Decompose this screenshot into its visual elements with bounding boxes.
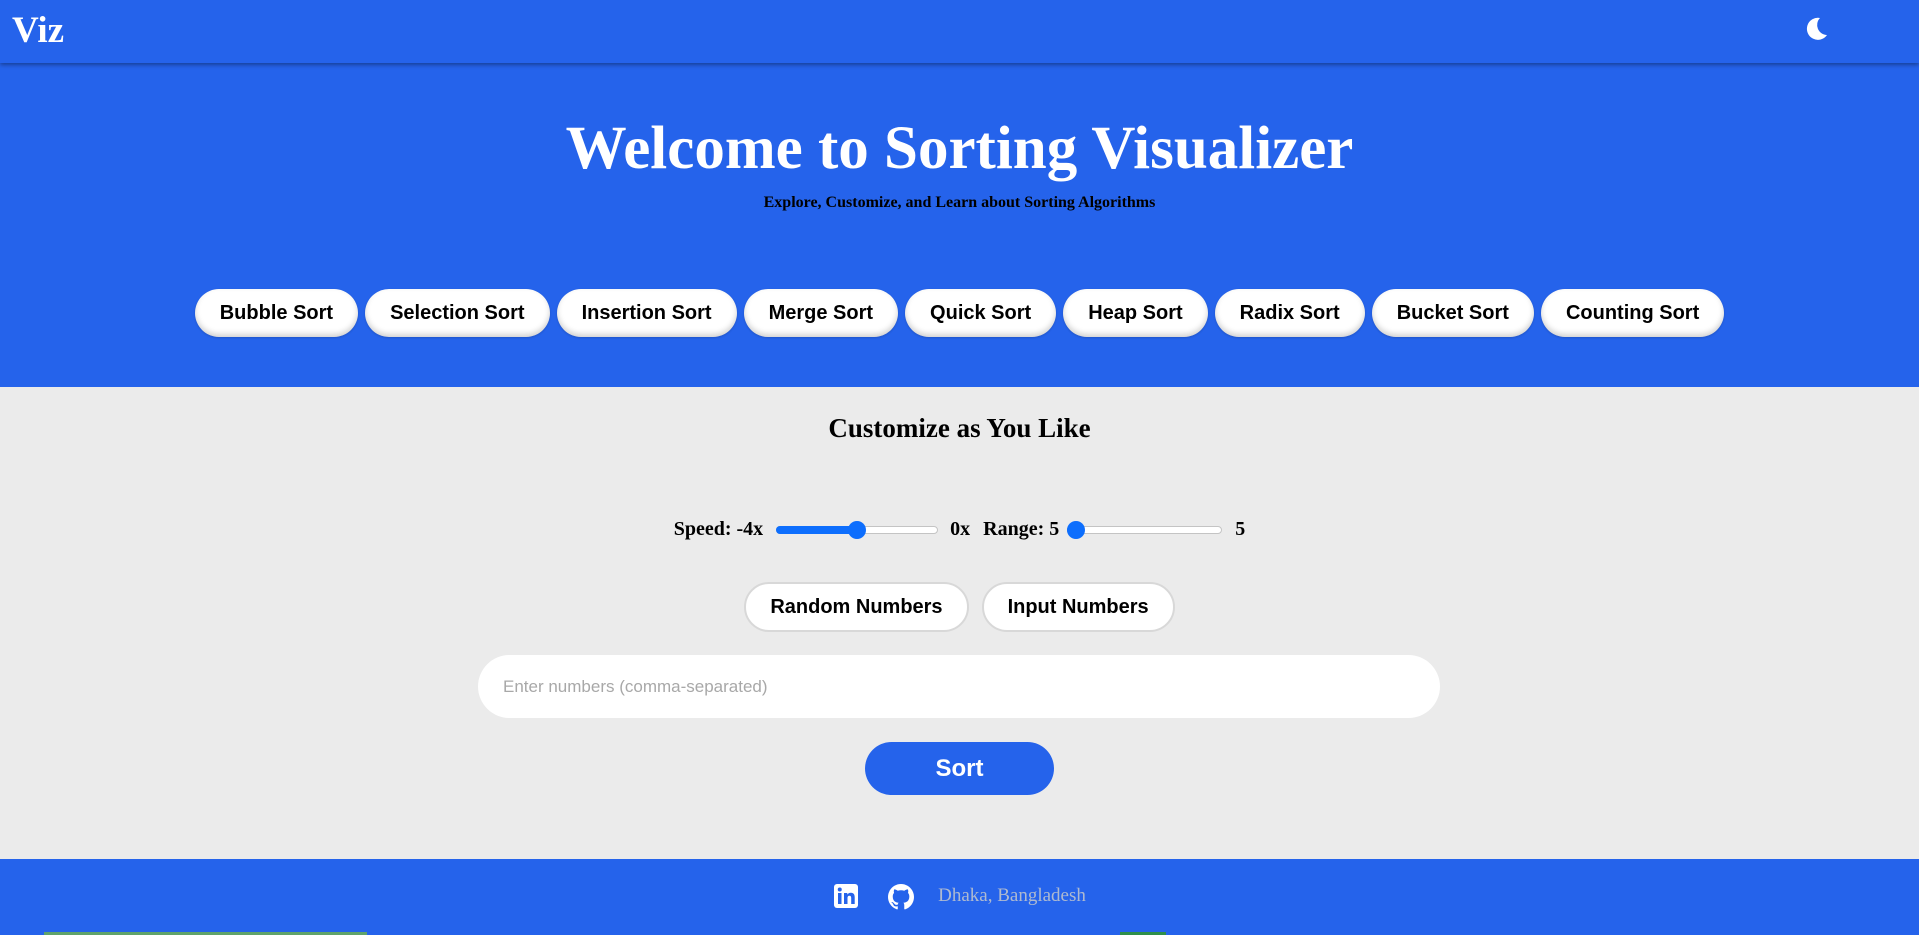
range-slider[interactable] [1067,520,1223,540]
input-mode-buttons: Random Numbers Input Numbers [0,582,1919,632]
brand-logo[interactable]: Viz [12,8,64,54]
slider-controls: Speed: -4x 0x Range: 5 5 [0,518,1919,541]
algorithm-buttons: Bubble Sort Selection Sort Insertion Sor… [0,289,1919,337]
page-subtitle: Explore, Customize, and Learn about Sort… [763,194,1156,211]
counting-sort-button[interactable]: Counting Sort [1540,289,1725,337]
selection-sort-button[interactable]: Selection Sort [365,289,550,337]
range-label: Range: 5 [983,518,1060,540]
customize-heading: Customize as You Like [828,413,1091,443]
merge-sort-button[interactable]: Merge Sort [743,289,899,337]
speed-slider[interactable] [776,520,939,540]
speed-max-label: 0x [950,518,971,540]
range-slider-thumb[interactable] [1067,520,1086,539]
hero-section: Welcome to Sorting Visualizer Explore, C… [0,63,1919,387]
insertion-sort-button[interactable]: Insertion Sort [556,289,737,337]
navbar: Viz [0,0,1919,63]
speed-label: Speed: -4x [673,518,764,540]
radix-sort-button[interactable]: Radix Sort [1214,289,1365,337]
footer-location: Dhaka, Bangladesh [938,884,1086,906]
heap-sort-button[interactable]: Heap Sort [1063,289,1208,337]
sort-button[interactable]: Sort [865,742,1054,795]
page-title: Welcome to Sorting Visualizer [565,115,1354,182]
footer: Dhaka, Bangladesh [0,859,1919,935]
numbers-input[interactable] [478,655,1440,718]
speed-slider-thumb[interactable] [848,520,867,539]
range-max-label: 5 [1235,518,1246,540]
bubble-sort-button[interactable]: Bubble Sort [194,289,359,337]
speed-slider-fill [776,525,858,534]
linkedin-icon[interactable] [833,883,859,909]
bucket-sort-button[interactable]: Bucket Sort [1371,289,1534,337]
github-icon[interactable] [888,883,915,909]
input-numbers-button[interactable]: Input Numbers [981,582,1175,632]
moon-icon[interactable] [1801,14,1831,44]
random-numbers-button[interactable]: Random Numbers [744,582,969,632]
quick-sort-button[interactable]: Quick Sort [905,289,1057,337]
range-slider-track [1067,525,1223,534]
